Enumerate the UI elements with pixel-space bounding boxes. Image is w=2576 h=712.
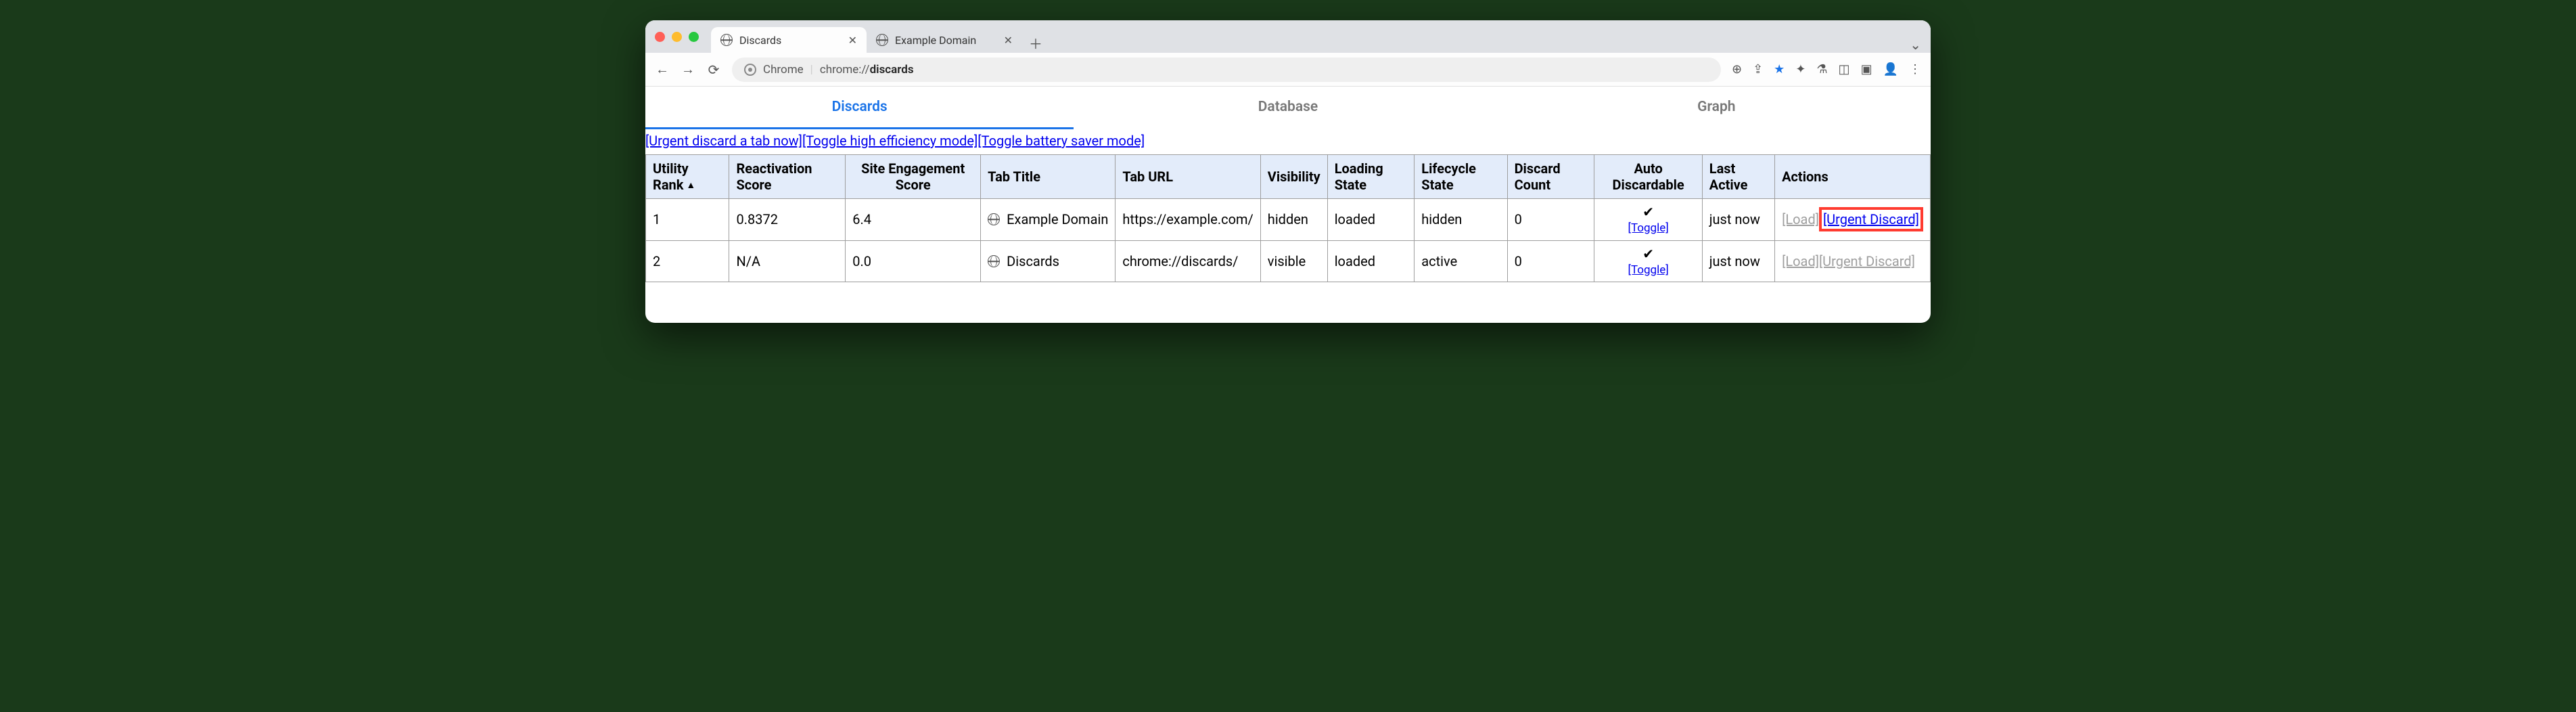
browser-tab-discards[interactable]: Discards ✕ xyxy=(711,27,867,53)
col-site-engagement[interactable]: Site Engagement Score xyxy=(846,155,981,199)
cell-url: https://example.com/ xyxy=(1116,199,1260,241)
reload-button[interactable]: ⟳ xyxy=(706,62,721,78)
load-action[interactable]: [Load] xyxy=(1782,211,1819,227)
address-bar[interactable]: Chrome | chrome://discards xyxy=(732,58,1721,82)
toggle-auto-discardable-link[interactable]: [Toggle] xyxy=(1628,263,1668,277)
col-tab-title[interactable]: Tab Title xyxy=(981,155,1116,199)
cell-lifecycle: hidden xyxy=(1414,199,1507,241)
zoom-icon[interactable]: ⊕ xyxy=(1732,62,1742,76)
col-loading-state[interactable]: Loading State xyxy=(1327,155,1414,199)
cell-rank: 1 xyxy=(646,199,729,241)
col-reactivation-score[interactable]: Reactivation Score xyxy=(729,155,846,199)
browser-tab-example[interactable]: Example Domain ✕ xyxy=(867,27,1022,53)
cell-title: Discards xyxy=(981,240,1116,282)
extensions-icon[interactable]: ✦ xyxy=(1795,62,1806,76)
side-panel-icon[interactable]: ▣ xyxy=(1861,62,1872,76)
traffic-lights xyxy=(655,32,699,42)
cell-visibility: hidden xyxy=(1260,199,1327,241)
profile-icon[interactable]: 👤 xyxy=(1883,62,1898,76)
discards-table: Utility Rank Reactivation Score Site Eng… xyxy=(645,154,1931,282)
cell-discard-count: 0 xyxy=(1507,240,1594,282)
cell-reactivation: N/A xyxy=(729,240,846,282)
urgent-discard-action[interactable]: [Urgent Discard] xyxy=(1823,211,1919,227)
toolbar: ← → ⟳ Chrome | chrome://discards ⊕ ⇪ ★ ✦… xyxy=(645,53,1931,87)
cell-discard-count: 0 xyxy=(1507,199,1594,241)
col-tab-url[interactable]: Tab URL xyxy=(1116,155,1260,199)
tab-graph[interactable]: Graph xyxy=(1502,87,1931,129)
cell-url: chrome://discards/ xyxy=(1116,240,1260,282)
globe-icon xyxy=(720,34,733,46)
page-tabs: Discards Database Graph xyxy=(645,87,1931,130)
titlebar: Discards ✕ Example Domain ✕ ＋ ⌄ xyxy=(645,20,1931,53)
tab-database[interactable]: Database xyxy=(1074,87,1502,129)
col-utility-rank[interactable]: Utility Rank xyxy=(646,155,729,199)
close-window-button[interactable] xyxy=(655,32,665,42)
cell-visibility: visible xyxy=(1260,240,1327,282)
globe-icon xyxy=(876,34,888,46)
cell-auto-discardable: ✔ [Toggle] xyxy=(1594,199,1702,241)
col-auto-discardable[interactable]: Auto Discardable xyxy=(1594,155,1702,199)
chrome-icon xyxy=(744,64,756,76)
urgent-discard-action[interactable]: [Urgent Discard] xyxy=(1819,253,1915,269)
toggle-battery-saver-link[interactable]: [Toggle battery saver mode] xyxy=(978,133,1145,149)
load-action[interactable]: [Load] xyxy=(1782,253,1819,269)
check-icon: ✔ xyxy=(1601,246,1695,261)
cell-actions: [Load][Urgent Discard] xyxy=(1775,240,1931,282)
cell-lifecycle: active xyxy=(1414,240,1507,282)
new-tab-button[interactable]: ＋ xyxy=(1029,33,1042,53)
labs-icon[interactable]: ⚗ xyxy=(1816,62,1827,76)
globe-icon xyxy=(988,213,1000,225)
col-last-active[interactable]: Last Active xyxy=(1702,155,1774,199)
devtools-icon[interactable]: ◫ xyxy=(1839,62,1850,76)
urgent-discard-now-link[interactable]: [Urgent discard a tab now] xyxy=(645,133,802,149)
back-button[interactable]: ← xyxy=(655,61,670,78)
urgent-discard-highlight: [Urgent Discard] xyxy=(1819,207,1923,231)
cell-last-active: just now xyxy=(1702,240,1774,282)
cell-loading: loaded xyxy=(1327,199,1414,241)
table-row: 2 N/A 0.0 Discards chrome://discards/ vi… xyxy=(646,240,1931,282)
forward-button[interactable]: → xyxy=(681,61,695,78)
tab-title: Example Domain xyxy=(895,34,976,47)
toggle-high-efficiency-link[interactable]: [Toggle high efficiency mode] xyxy=(802,133,978,149)
globe-icon xyxy=(988,255,1000,267)
addr-prefix: Chrome xyxy=(763,63,804,76)
cell-loading: loaded xyxy=(1327,240,1414,282)
table-row: 1 0.8372 6.4 Example Domain https://exam… xyxy=(646,199,1931,241)
maximize-window-button[interactable] xyxy=(689,32,699,42)
bookmark-star-icon[interactable]: ★ xyxy=(1774,62,1785,76)
cell-title-text: Discards xyxy=(1007,253,1059,269)
menu-icon[interactable]: ⋮ xyxy=(1909,62,1921,76)
tab-discards[interactable]: Discards xyxy=(645,87,1074,129)
addr-url-dim: chrome:// xyxy=(820,63,870,76)
col-lifecycle-state[interactable]: Lifecycle State xyxy=(1414,155,1507,199)
share-icon[interactable]: ⇪ xyxy=(1753,62,1763,76)
tabs-overflow-button[interactable]: ⌄ xyxy=(1910,37,1921,53)
close-tab-icon[interactable]: ✕ xyxy=(848,34,857,47)
tab-title: Discards xyxy=(739,34,781,47)
cell-auto-discardable: ✔ [Toggle] xyxy=(1594,240,1702,282)
close-tab-icon[interactable]: ✕ xyxy=(1004,34,1013,47)
cell-title: Example Domain xyxy=(981,199,1116,241)
minimize-window-button[interactable] xyxy=(672,32,682,42)
cell-reactivation: 0.8372 xyxy=(729,199,846,241)
cell-actions: [Load][Urgent Discard] xyxy=(1775,199,1931,241)
check-icon: ✔ xyxy=(1601,204,1695,219)
cell-last-active: just now xyxy=(1702,199,1774,241)
toolbar-right: ⊕ ⇪ ★ ✦ ⚗ ◫ ▣ 👤 ⋮ xyxy=(1732,62,1921,76)
cell-rank: 2 xyxy=(646,240,729,282)
cell-engagement: 6.4 xyxy=(846,199,981,241)
global-action-links: [Urgent discard a tab now][Toggle high e… xyxy=(645,130,1931,154)
tab-strip: Discards ✕ Example Domain ✕ ＋ ⌄ xyxy=(711,20,1921,53)
col-actions[interactable]: Actions xyxy=(1775,155,1931,199)
col-discard-count[interactable]: Discard Count xyxy=(1507,155,1594,199)
cell-engagement: 0.0 xyxy=(846,240,981,282)
browser-window: Discards ✕ Example Domain ✕ ＋ ⌄ ← → ⟳ Ch… xyxy=(645,20,1931,323)
cell-title-text: Example Domain xyxy=(1007,211,1108,227)
col-visibility[interactable]: Visibility xyxy=(1260,155,1327,199)
addr-url-bold: discards xyxy=(870,63,914,76)
toggle-auto-discardable-link[interactable]: [Toggle] xyxy=(1628,221,1668,235)
